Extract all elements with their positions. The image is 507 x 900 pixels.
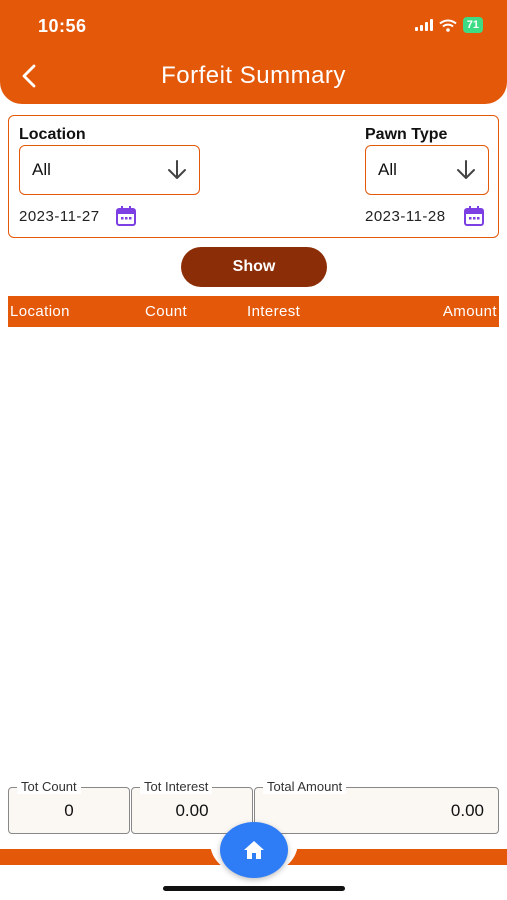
home-icon: [244, 841, 264, 859]
column-header-count: Count: [145, 303, 188, 320]
home-button[interactable]: [220, 822, 288, 878]
total-interest-value: 0.00: [175, 801, 209, 820]
pawn-type-label: Pawn Type: [365, 126, 448, 143]
filter-panel: Location All Pawn Type All 2023-11-27 20…: [8, 115, 499, 238]
total-count-label: Tot Count: [17, 779, 81, 794]
to-date[interactable]: 2023-11-28: [365, 208, 446, 225]
total-amount-value: 0.00: [450, 801, 484, 820]
home-indicator: [163, 886, 345, 891]
arrow-down-icon: [168, 160, 186, 179]
column-header-location: Location: [10, 303, 70, 320]
table-header: Location Count Interest Amount: [8, 296, 499, 327]
arrow-down-icon: [457, 160, 475, 179]
status-time: 10:56: [38, 16, 87, 36]
calendar-icon[interactable]: [115, 205, 137, 227]
total-interest-label: Tot Interest: [140, 779, 213, 794]
location-select-value: All: [32, 160, 51, 179]
page-title: Forfeit Summary: [161, 62, 346, 89]
total-count-box: Tot Count 0: [8, 779, 130, 834]
column-header-amount: Amount: [442, 303, 497, 320]
column-header-interest: Interest: [247, 303, 301, 320]
location-select[interactable]: All: [19, 145, 200, 195]
total-amount-label: Total Amount: [263, 779, 347, 794]
status-icons: 71: [414, 17, 483, 33]
total-amount-box: Total Amount 0.00: [254, 779, 499, 834]
show-button[interactable]: Show: [181, 247, 327, 287]
pawn-type-select-value: All: [378, 160, 397, 179]
location-label: Location: [19, 126, 86, 143]
from-date[interactable]: 2023-11-27: [19, 208, 100, 225]
calendar-icon[interactable]: [463, 205, 485, 227]
signal-icon: [414, 19, 433, 31]
wifi-icon: [439, 19, 457, 32]
battery-icon: 71: [462, 17, 483, 33]
pawn-type-select[interactable]: All: [365, 145, 489, 195]
app-header: 10:56 71 Forfeit Summary: [0, 0, 507, 104]
total-count-value: 0: [64, 801, 74, 820]
